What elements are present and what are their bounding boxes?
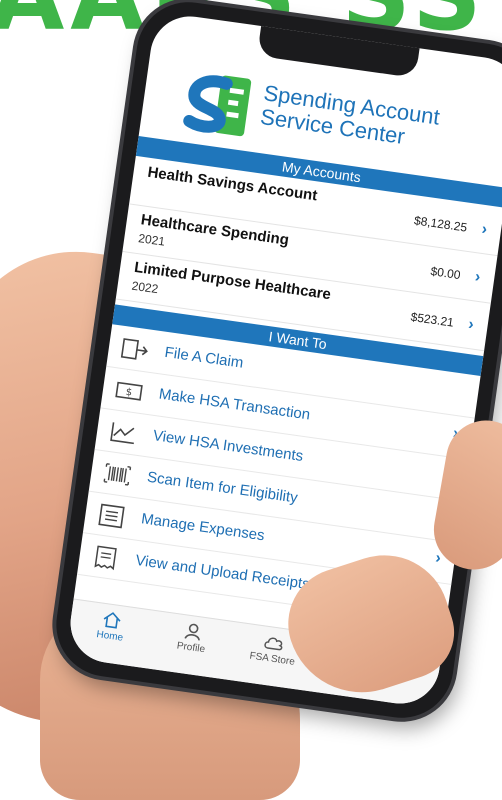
chevron-right-icon: › <box>473 268 482 286</box>
tab-label: Home <box>95 629 124 644</box>
cloud-icon <box>264 637 283 651</box>
barcode-icon <box>103 463 132 486</box>
profile-icon <box>184 623 200 641</box>
app-name: Spending Account Service Center <box>259 80 441 153</box>
svg-text:$: $ <box>125 387 133 399</box>
chevron-right-icon: › <box>480 220 489 239</box>
claim-icon <box>120 338 148 360</box>
account-amount: $8,128.25 <box>413 213 469 235</box>
line-chart-icon <box>110 422 135 445</box>
account-amount: $0.00 <box>429 264 462 283</box>
account-amount: $523.21 <box>409 309 455 330</box>
dollar-bill-icon: $ <box>115 381 143 401</box>
account-year: 2022 <box>130 278 160 297</box>
list-icon <box>98 503 125 529</box>
tab-label: Profile <box>176 640 206 656</box>
home-icon <box>103 612 121 629</box>
chevron-right-icon: › <box>467 315 475 334</box>
action-label: File A Claim <box>163 343 245 372</box>
tab-profile[interactable]: Profile <box>156 618 230 658</box>
account-year: 2021 <box>137 231 166 249</box>
tab-home[interactable]: Home <box>74 606 148 646</box>
tab-label: FSA Store <box>248 650 296 668</box>
action-label: Manage Expenses <box>140 510 266 545</box>
logo-mark-icon <box>183 75 252 137</box>
receipt-icon <box>94 545 117 571</box>
